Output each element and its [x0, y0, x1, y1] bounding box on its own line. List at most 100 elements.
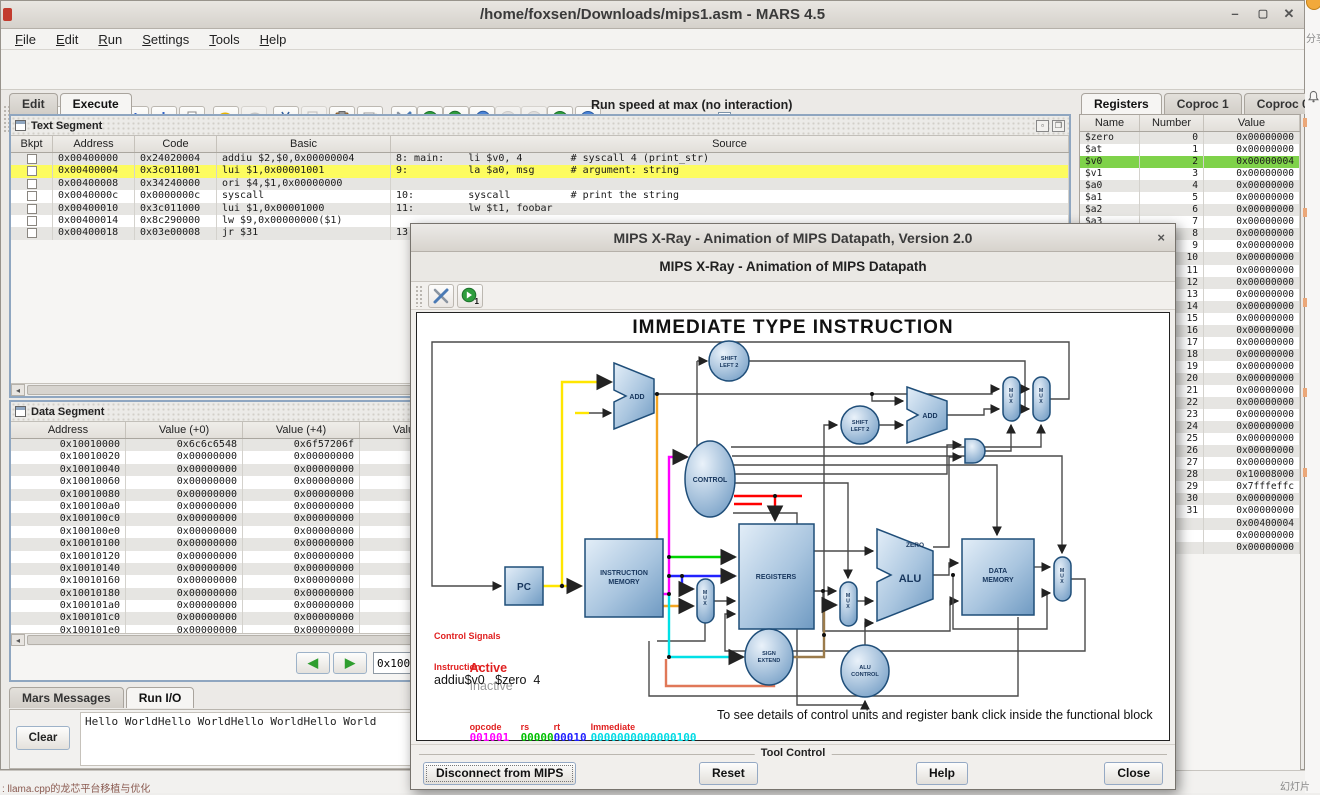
data-value[interactable]: 0x00000000	[126, 526, 243, 538]
register-value[interactable]: 0x00000000	[1204, 385, 1300, 397]
register-value[interactable]: 0x00000000	[1204, 457, 1300, 469]
dialog-step-button[interactable]: 1	[457, 284, 483, 308]
frame-maximize-icon[interactable]: ❐	[1052, 120, 1065, 132]
register-value[interactable]: 0x00000000	[1204, 421, 1300, 433]
register-row[interactable]: $v1 3 0x00000000	[1080, 168, 1300, 180]
register-value[interactable]: 0x00000000	[1204, 505, 1300, 517]
data-value[interactable]: 0x00000000	[243, 501, 360, 513]
data-value[interactable]: 0x00000000	[126, 501, 243, 513]
register-value[interactable]: 0x00000000	[1204, 409, 1300, 421]
data-value[interactable]: 0x00000000	[126, 476, 243, 488]
data-value[interactable]: 0x00000000	[126, 600, 243, 612]
register-value[interactable]: 0x00000000	[1204, 313, 1300, 325]
disconnect-button[interactable]: Disconnect from MIPS	[423, 762, 576, 785]
data-value[interactable]: 0x00000000	[243, 489, 360, 501]
data-value[interactable]: 0x00000000	[243, 575, 360, 587]
register-value[interactable]: 0x00000000	[1204, 349, 1300, 361]
register-value[interactable]: 0x00000000	[1204, 433, 1300, 445]
register-value[interactable]: 0x00000000	[1204, 397, 1300, 409]
data-value[interactable]: 0x00000000	[126, 489, 243, 501]
register-row[interactable]: $a1 5 0x00000000	[1080, 192, 1300, 204]
register-value[interactable]: 0x10008000	[1204, 469, 1300, 481]
main-tab[interactable]: Edit	[9, 93, 58, 114]
menu-item[interactable]: Edit	[46, 29, 88, 49]
text-segment-row[interactable]: 0x00400000 0x24020004 addiu $2,$0,0x0000…	[11, 153, 1069, 165]
data-value[interactable]: 0x00000000	[126, 575, 243, 587]
register-value[interactable]: 0x00000000	[1204, 204, 1300, 216]
data-value[interactable]: 0x00000000	[243, 588, 360, 600]
register-value[interactable]: 0x00000000	[1204, 325, 1300, 337]
breakpoint-checkbox[interactable]	[27, 228, 37, 238]
data-value[interactable]: 0x00000000	[243, 538, 360, 550]
data-value[interactable]: 0x00000000	[126, 513, 243, 525]
breakpoint-checkbox[interactable]	[27, 154, 37, 164]
register-value[interactable]: 0x00000000	[1204, 301, 1300, 313]
register-value[interactable]: 0x00000000	[1204, 192, 1300, 204]
minimize-button[interactable]: –	[1222, 1, 1248, 29]
dialog-tools-button[interactable]	[428, 284, 454, 308]
register-value[interactable]: 0x00000000	[1204, 337, 1300, 349]
menu-item[interactable]: Settings	[132, 29, 199, 49]
data-value[interactable]: 0x00000000	[126, 551, 243, 563]
data-value[interactable]: 0x6c6c6548	[126, 439, 243, 451]
registers-tab[interactable]: Coproc 1	[1164, 93, 1242, 114]
data-value[interactable]: 0x00000000	[243, 526, 360, 538]
text-segment-row[interactable]: 0x00400010 0x3c011000 lui $1,0x00001000 …	[11, 203, 1069, 215]
text-segment-titlebar[interactable]: Text Segment ▫ ❐	[11, 116, 1069, 136]
data-value[interactable]: 0x00000000	[126, 563, 243, 575]
register-value[interactable]: 0x00000000	[1204, 265, 1300, 277]
messages-tab[interactable]: Run I/O	[126, 687, 195, 708]
menu-item[interactable]: Tools	[199, 29, 249, 49]
menu-item[interactable]: Run	[88, 29, 132, 49]
register-value[interactable]: 0x00000000	[1204, 144, 1300, 156]
register-value[interactable]: 0x00000000	[1204, 530, 1300, 542]
main-tab[interactable]: Execute	[60, 93, 132, 114]
data-value[interactable]: 0x00000000	[243, 476, 360, 488]
dialog-toolbar-handle[interactable]	[415, 285, 422, 307]
register-row[interactable]: $at 1 0x00000000	[1080, 144, 1300, 156]
data-value[interactable]: 0x00000000	[243, 464, 360, 476]
data-value[interactable]: 0x00000000	[243, 612, 360, 624]
dialog-close-icon[interactable]: ×	[1157, 224, 1165, 252]
window-titlebar[interactable]: /home/foxsen/Downloads/mips1.asm - MARS …	[1, 1, 1304, 29]
maximize-button[interactable]: ▢	[1250, 1, 1276, 29]
help-tool-button[interactable]: Help	[916, 762, 968, 785]
data-value[interactable]: 0x00000000	[243, 563, 360, 575]
register-row[interactable]: $a2 6 0x00000000	[1080, 204, 1300, 216]
clear-button[interactable]: Clear	[16, 726, 70, 750]
frame-minimize-icon[interactable]: ▫	[1036, 120, 1049, 132]
register-value[interactable]: 0x00000000	[1204, 132, 1300, 144]
register-value[interactable]: 0x00000000	[1204, 289, 1300, 301]
data-value[interactable]: 0x00000000	[126, 612, 243, 624]
data-value[interactable]: 0x00000000	[126, 588, 243, 600]
text-segment-row[interactable]: 0x00400008 0x34240000 ori $4,$1,0x000000…	[11, 178, 1069, 190]
register-value[interactable]: 0x00000004	[1204, 156, 1300, 168]
register-value[interactable]: 0x00000000	[1204, 180, 1300, 192]
register-row[interactable]: $zero 0 0x00000000	[1080, 132, 1300, 144]
breakpoint-checkbox[interactable]	[27, 166, 37, 176]
register-value[interactable]: 0x00000000	[1204, 445, 1300, 457]
instruction-memory-block[interactable]	[585, 539, 663, 617]
close-tool-button[interactable]: Close	[1104, 762, 1163, 785]
dialog-titlebar[interactable]: MIPS X-Ray - Animation of MIPS Datapath,…	[411, 224, 1175, 252]
data-value[interactable]: 0x00000000	[126, 464, 243, 476]
menu-item[interactable]: Help	[250, 29, 297, 49]
register-value[interactable]: 0x7fffeffc	[1204, 481, 1300, 493]
register-value[interactable]: 0x00000000	[1204, 240, 1300, 252]
register-value[interactable]: 0x00000000	[1204, 252, 1300, 264]
register-value[interactable]: 0x00000000	[1204, 493, 1300, 505]
register-value[interactable]: 0x00000000	[1204, 361, 1300, 373]
data-next-button[interactable]: ▶	[333, 652, 367, 674]
messages-tab[interactable]: Mars Messages	[9, 687, 124, 708]
alu-control-block[interactable]	[841, 645, 889, 697]
data-value[interactable]: 0x6f57206f	[243, 439, 360, 451]
register-row[interactable]: $v0 2 0x00000004	[1080, 156, 1300, 168]
register-value[interactable]: 0x00000000	[1204, 277, 1300, 289]
bell-icon[interactable]	[1307, 90, 1320, 104]
data-value[interactable]: 0x00000000	[243, 451, 360, 463]
and-gate[interactable]	[965, 439, 985, 463]
reset-tool-button[interactable]: Reset	[699, 762, 758, 785]
register-value[interactable]: 0x00000000	[1204, 373, 1300, 385]
close-button[interactable]: ✕	[1276, 1, 1302, 29]
register-value[interactable]: 0x00400004	[1204, 518, 1300, 530]
